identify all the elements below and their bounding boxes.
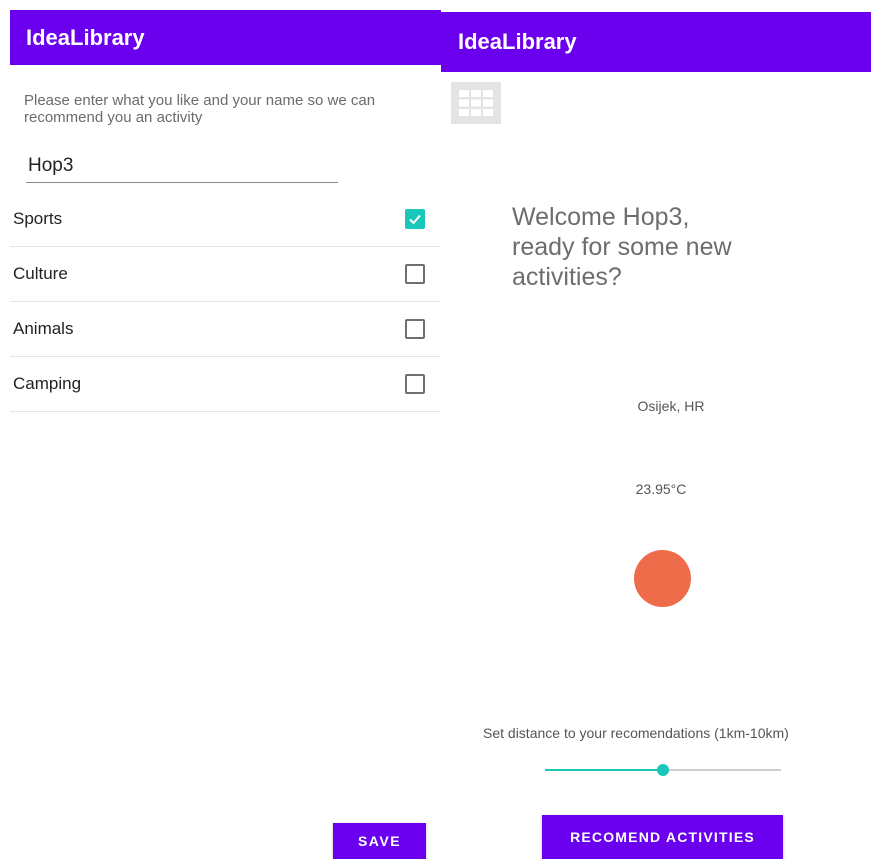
- preference-list: Sports Culture Animals Camping: [10, 192, 441, 412]
- welcome-line: Welcome Hop3,: [512, 203, 690, 231]
- welcome-line: activities?: [512, 263, 622, 291]
- preference-row-animals[interactable]: Animals: [10, 302, 441, 357]
- instruction-text: Please enter what you like and your name…: [24, 92, 376, 126]
- preference-row-culture[interactable]: Culture: [10, 247, 441, 302]
- preference-label: Sports: [13, 209, 63, 228]
- preference-label: Camping: [13, 374, 82, 393]
- animals-checkbox[interactable]: [405, 319, 425, 339]
- recommend-activities-button[interactable]: RECOMEND ACTIVITIES: [542, 815, 783, 859]
- home-screen: IdeaLibrary Welcome Hop3, ready for some…: [441, 0, 871, 859]
- app-title: IdeaLibrary: [458, 29, 577, 54]
- distance-label: Set distance to your recomendations (1km…: [483, 725, 789, 741]
- slider-fill: [545, 769, 663, 771]
- preference-row-camping[interactable]: Camping: [10, 357, 441, 412]
- preference-row-sports[interactable]: Sports: [10, 192, 441, 247]
- app-title: IdeaLibrary: [26, 24, 145, 50]
- grid-icon: [459, 90, 493, 116]
- preference-label: Culture: [13, 264, 68, 283]
- weather-indicator: [634, 550, 691, 607]
- app-bar: IdeaLibrary: [441, 12, 871, 72]
- welcome-line: ready for some new: [512, 233, 732, 261]
- app-bar: IdeaLibrary: [10, 10, 441, 65]
- menu-button[interactable]: [451, 82, 501, 124]
- sports-checkbox[interactable]: [405, 209, 425, 229]
- culture-checkbox[interactable]: [405, 264, 425, 284]
- preference-label: Animals: [13, 319, 74, 338]
- save-button[interactable]: SAVE: [333, 823, 426, 859]
- welcome-message: Welcome Hop3, ready for some new activit…: [512, 202, 812, 292]
- camping-checkbox[interactable]: [405, 374, 425, 394]
- location-text: Osijek, HR: [637, 398, 705, 414]
- temperature-text: 23.95°C: [635, 481, 687, 497]
- distance-slider[interactable]: [545, 760, 781, 780]
- preferences-screen: IdeaLibrary Please enter what you like a…: [10, 0, 441, 859]
- slider-thumb[interactable]: [657, 764, 669, 776]
- name-input[interactable]: [26, 153, 338, 183]
- check-icon: [409, 214, 421, 225]
